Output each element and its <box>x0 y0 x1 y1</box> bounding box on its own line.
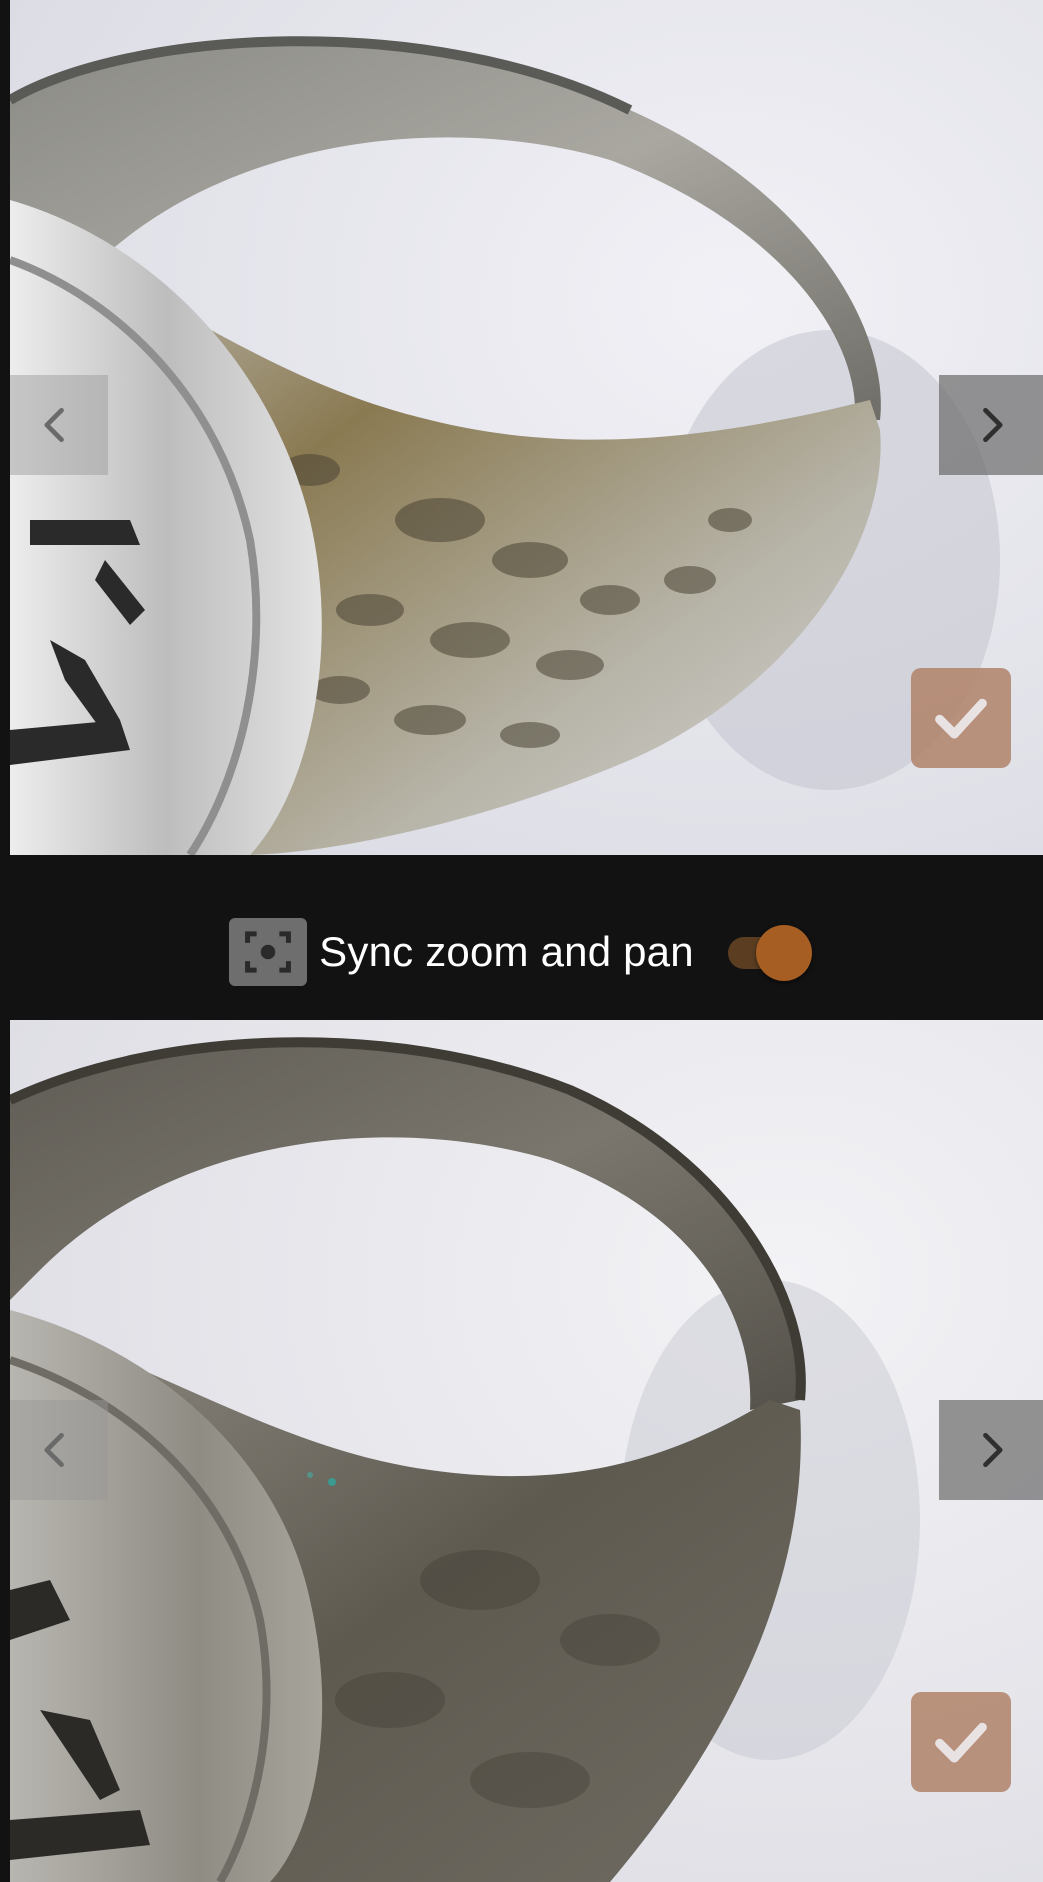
sync-zoom-control: Sync zoom and pan <box>229 917 814 986</box>
checkmark-icon <box>935 698 987 739</box>
center-focus-icon <box>229 917 308 986</box>
chevron-left-icon <box>44 407 64 443</box>
photo-compare-screen: Sync zoom and pan <box>0 0 1043 1882</box>
checkmark-icon <box>935 1722 987 1763</box>
sync-zoom-toggle[interactable] <box>724 923 814 981</box>
ring-photo-bottom[interactable] <box>10 1020 1043 1882</box>
chevron-left-icon <box>44 1432 64 1468</box>
next-photo-button[interactable] <box>939 375 1043 475</box>
chevron-right-icon <box>983 407 1003 443</box>
sync-zoom-label: Sync zoom and pan <box>319 927 694 975</box>
next-photo-button[interactable] <box>939 1400 1043 1500</box>
ring-photo-top[interactable] <box>10 0 1043 855</box>
toggle-thumb[interactable] <box>755 924 812 981</box>
sync-zoom-bar: Sync zoom and pan <box>0 855 1043 1020</box>
previous-photo-button[interactable] <box>10 375 108 475</box>
chevron-right-icon <box>983 1432 1003 1468</box>
photo-panel-bottom[interactable] <box>10 1020 1043 1882</box>
photo-panel-top[interactable] <box>10 0 1043 855</box>
select-photo-button[interactable] <box>911 668 1011 768</box>
previous-photo-button[interactable] <box>10 1400 108 1500</box>
select-photo-button[interactable] <box>911 1692 1011 1792</box>
